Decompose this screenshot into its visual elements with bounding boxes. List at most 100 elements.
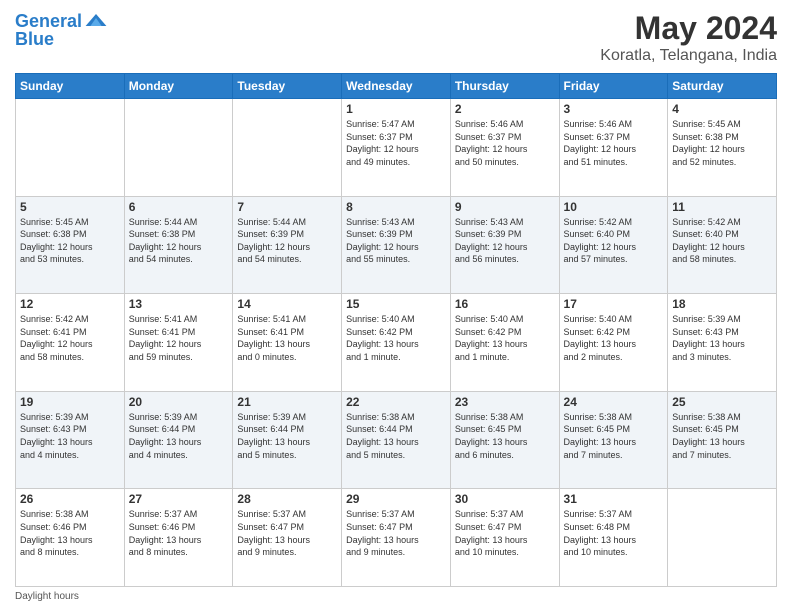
day-info: Sunrise: 5:39 AM Sunset: 6:43 PM Dayligh…: [672, 313, 772, 363]
day-number: 18: [672, 297, 772, 311]
day-cell: 12Sunrise: 5:42 AM Sunset: 6:41 PM Dayli…: [16, 294, 125, 392]
day-number: 26: [20, 492, 120, 506]
day-info: Sunrise: 5:45 AM Sunset: 6:38 PM Dayligh…: [20, 216, 120, 266]
day-info: Sunrise: 5:46 AM Sunset: 6:37 PM Dayligh…: [564, 118, 664, 168]
calendar-subtitle: Koratla, Telangana, India: [600, 47, 777, 65]
day-number: 10: [564, 200, 664, 214]
logo: General Blue: [15, 10, 108, 50]
footer: Daylight hours: [15, 591, 777, 602]
day-info: Sunrise: 5:40 AM Sunset: 6:42 PM Dayligh…: [346, 313, 446, 363]
day-info: Sunrise: 5:43 AM Sunset: 6:39 PM Dayligh…: [455, 216, 555, 266]
day-number: 11: [672, 200, 772, 214]
day-cell: 22 Sunrise: 5:38 AM Sunset: 6:44 PM Dayli…: [342, 391, 451, 489]
day-cell: 25 Sunrise: 5:38 AM Sunset: 6:45 PM Dayli…: [668, 391, 777, 489]
day-cell: 9Sunrise: 5:43 AM Sunset: 6:39 PM Daylig…: [450, 196, 559, 294]
day-number: 22: [346, 395, 446, 409]
day-cell: 8 Sunrise: 5:43 AM Sunset: 6:39 PM Daylig…: [342, 196, 451, 294]
day-info: Sunrise: 5:40 AM Sunset: 6:42 PM Dayligh…: [564, 313, 664, 363]
day-cell: 31 Sunrise: 5:37 AM Sunset: 6:48 PM Dayli…: [559, 489, 668, 587]
calendar-title: May 2024: [600, 10, 777, 47]
day-cell: 15Sunrise: 5:40 AM Sunset: 6:42 PM Dayli…: [342, 294, 451, 392]
day-number: 8: [346, 200, 446, 214]
header: General Blue May 2024 Koratla, Telangana…: [15, 10, 777, 65]
day-info: Sunrise: 5:37 AM Sunset: 6:46 PM Dayligh…: [129, 508, 229, 558]
weekday-header-wednesday: Wednesday: [342, 74, 451, 99]
day-info: Sunrise: 5:37 AM Sunset: 6:47 PM Dayligh…: [346, 508, 446, 558]
day-number: 21: [237, 395, 337, 409]
day-info: Sunrise: 5:37 AM Sunset: 6:48 PM Dayligh…: [564, 508, 664, 558]
day-number: 25: [672, 395, 772, 409]
day-info: Sunrise: 5:38 AM Sunset: 6:45 PM Dayligh…: [564, 411, 664, 461]
day-number: 2: [455, 102, 555, 116]
day-cell: 27 Sunrise: 5:37 AM Sunset: 6:46 PM Dayli…: [124, 489, 233, 587]
weekday-header-friday: Friday: [559, 74, 668, 99]
day-cell: [16, 99, 125, 197]
day-number: 27: [129, 492, 229, 506]
day-number: 29: [346, 492, 446, 506]
calendar-table: SundayMondayTuesdayWednesdayThursdayFrid…: [15, 73, 777, 587]
weekday-header-row: SundayMondayTuesdayWednesdayThursdayFrid…: [16, 74, 777, 99]
day-info: Sunrise: 5:39 AM Sunset: 6:44 PM Dayligh…: [129, 411, 229, 461]
day-info: Sunrise: 5:44 AM Sunset: 6:38 PM Dayligh…: [129, 216, 229, 266]
day-info: Sunrise: 5:43 AM Sunset: 6:39 PM Dayligh…: [346, 216, 446, 266]
day-cell: 21 Sunrise: 5:39 AM Sunset: 6:44 PM Dayli…: [233, 391, 342, 489]
day-number: 31: [564, 492, 664, 506]
day-cell: [668, 489, 777, 587]
day-cell: 2 Sunrise: 5:46 AM Sunset: 6:37 PM Daylig…: [450, 99, 559, 197]
title-block: May 2024 Koratla, Telangana, India: [600, 10, 777, 65]
day-info: Sunrise: 5:38 AM Sunset: 6:44 PM Dayligh…: [346, 411, 446, 461]
day-info: Sunrise: 5:42 AM Sunset: 6:40 PM Dayligh…: [564, 216, 664, 266]
day-number: 30: [455, 492, 555, 506]
week-row-2: 5Sunrise: 5:45 AM Sunset: 6:38 PM Daylig…: [16, 196, 777, 294]
weekday-header-thursday: Thursday: [450, 74, 559, 99]
day-info: Sunrise: 5:45 AM Sunset: 6:38 PM Dayligh…: [672, 118, 772, 168]
day-cell: 7 Sunrise: 5:44 AM Sunset: 6:39 PM Daylig…: [233, 196, 342, 294]
day-info: Sunrise: 5:37 AM Sunset: 6:47 PM Dayligh…: [237, 508, 337, 558]
day-info: Sunrise: 5:44 AM Sunset: 6:39 PM Dayligh…: [237, 216, 337, 266]
weekday-header-tuesday: Tuesday: [233, 74, 342, 99]
day-info: Sunrise: 5:41 AM Sunset: 6:41 PM Dayligh…: [237, 313, 337, 363]
weekday-header-saturday: Saturday: [668, 74, 777, 99]
day-cell: 23 Sunrise: 5:38 AM Sunset: 6:45 PM Dayli…: [450, 391, 559, 489]
day-number: 13: [129, 297, 229, 311]
day-cell: 1 Sunrise: 5:47 AM Sunset: 6:37 PM Daylig…: [342, 99, 451, 197]
page: General Blue May 2024 Koratla, Telangana…: [0, 0, 792, 612]
day-number: 23: [455, 395, 555, 409]
day-info: Sunrise: 5:47 AM Sunset: 6:37 PM Dayligh…: [346, 118, 446, 168]
week-row-1: 1 Sunrise: 5:47 AM Sunset: 6:37 PM Daylig…: [16, 99, 777, 197]
day-cell: 19 Sunrise: 5:39 AM Sunset: 6:43 PM Dayli…: [16, 391, 125, 489]
day-number: 1: [346, 102, 446, 116]
day-number: 7: [237, 200, 337, 214]
day-number: 28: [237, 492, 337, 506]
day-cell: 10 Sunrise: 5:42 AM Sunset: 6:40 PM Dayli…: [559, 196, 668, 294]
day-cell: 24 Sunrise: 5:38 AM Sunset: 6:45 PM Dayli…: [559, 391, 668, 489]
day-cell: 4Sunrise: 5:45 AM Sunset: 6:38 PM Daylig…: [668, 99, 777, 197]
day-cell: 30Sunrise: 5:37 AM Sunset: 6:47 PM Dayli…: [450, 489, 559, 587]
day-number: 17: [564, 297, 664, 311]
week-row-3: 12Sunrise: 5:42 AM Sunset: 6:41 PM Dayli…: [16, 294, 777, 392]
day-cell: 26Sunrise: 5:38 AM Sunset: 6:46 PM Dayli…: [16, 489, 125, 587]
day-cell: [233, 99, 342, 197]
day-number: 16: [455, 297, 555, 311]
weekday-header-monday: Monday: [124, 74, 233, 99]
day-info: Sunrise: 5:41 AM Sunset: 6:41 PM Dayligh…: [129, 313, 229, 363]
footer-text: Daylight hours: [15, 591, 79, 602]
day-cell: 20 Sunrise: 5:39 AM Sunset: 6:44 PM Dayli…: [124, 391, 233, 489]
day-cell: 29 Sunrise: 5:37 AM Sunset: 6:47 PM Dayli…: [342, 489, 451, 587]
weekday-header-sunday: Sunday: [16, 74, 125, 99]
day-info: Sunrise: 5:39 AM Sunset: 6:44 PM Dayligh…: [237, 411, 337, 461]
week-row-4: 19 Sunrise: 5:39 AM Sunset: 6:43 PM Dayli…: [16, 391, 777, 489]
day-info: Sunrise: 5:39 AM Sunset: 6:43 PM Dayligh…: [20, 411, 120, 461]
day-cell: 17 Sunrise: 5:40 AM Sunset: 6:42 PM Dayli…: [559, 294, 668, 392]
day-info: Sunrise: 5:46 AM Sunset: 6:37 PM Dayligh…: [455, 118, 555, 168]
day-info: Sunrise: 5:38 AM Sunset: 6:45 PM Dayligh…: [455, 411, 555, 461]
day-info: Sunrise: 5:42 AM Sunset: 6:41 PM Dayligh…: [20, 313, 120, 363]
day-number: 20: [129, 395, 229, 409]
day-cell: 5Sunrise: 5:45 AM Sunset: 6:38 PM Daylig…: [16, 196, 125, 294]
day-number: 14: [237, 297, 337, 311]
day-cell: 6Sunrise: 5:44 AM Sunset: 6:38 PM Daylig…: [124, 196, 233, 294]
day-info: Sunrise: 5:38 AM Sunset: 6:45 PM Dayligh…: [672, 411, 772, 461]
day-number: 24: [564, 395, 664, 409]
day-cell: 3Sunrise: 5:46 AM Sunset: 6:37 PM Daylig…: [559, 99, 668, 197]
day-number: 19: [20, 395, 120, 409]
